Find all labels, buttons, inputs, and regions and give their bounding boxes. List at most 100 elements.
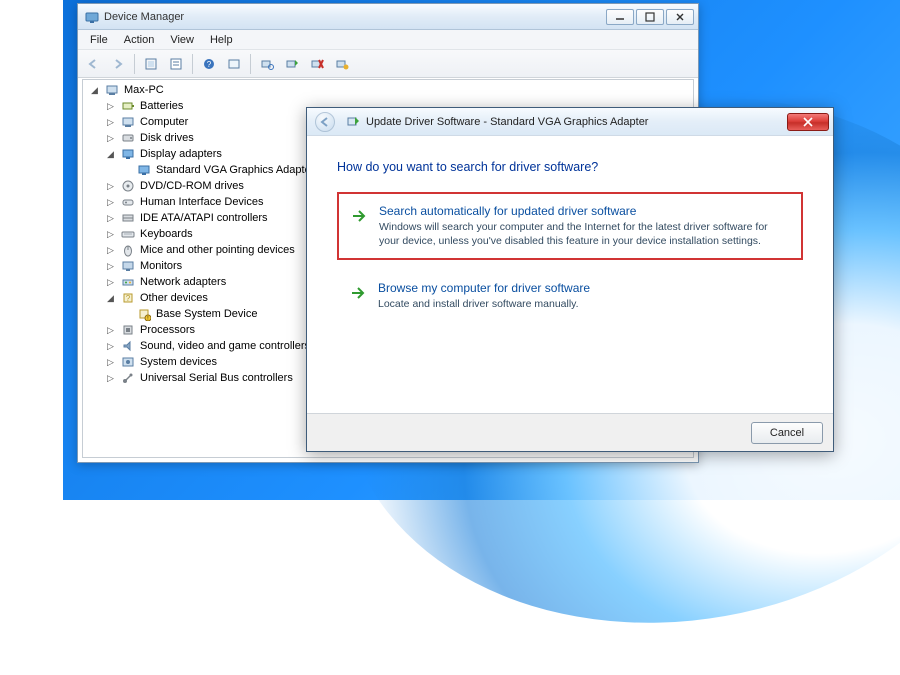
svg-text:?: ? — [126, 294, 131, 303]
dvd-icon — [120, 178, 136, 194]
toolbar-disable-icon[interactable] — [331, 53, 353, 75]
category-label: DVD/CD-ROM drives — [140, 180, 244, 192]
category-label: Processors — [140, 324, 195, 336]
option1-desc: Windows will search your computer and th… — [379, 220, 779, 248]
hid-icon — [120, 194, 136, 210]
dm-title-icon — [84, 9, 100, 25]
toolbar-uninstall-icon[interactable] — [306, 53, 328, 75]
upd-titlebar[interactable]: Update Driver Software - Standard VGA Gr… — [307, 108, 833, 136]
option2-desc: Locate and install driver software manua… — [378, 297, 590, 311]
toolbar-sep — [192, 54, 193, 74]
network-icon — [120, 274, 136, 290]
other-warn-icon: ! — [136, 306, 152, 322]
expand-icon[interactable]: ▷ — [105, 245, 116, 256]
display-icon — [136, 162, 152, 178]
menu-help[interactable]: Help — [202, 32, 241, 48]
toolbar-forward[interactable] — [107, 53, 129, 75]
expand-icon[interactable]: ▷ — [105, 197, 116, 208]
maximize-button[interactable] — [636, 9, 664, 25]
expand-icon[interactable]: ▷ — [105, 277, 116, 288]
toolbar-sep — [134, 54, 135, 74]
category-label: Other devices — [140, 292, 208, 304]
dialog-close-button[interactable] — [787, 113, 829, 131]
expand-icon[interactable]: ▷ — [105, 341, 116, 352]
other-icon: ? — [120, 290, 136, 306]
device-label: Standard VGA Graphics Adapter — [156, 164, 314, 176]
upd-heading: How do you want to search for driver sof… — [337, 160, 803, 174]
svg-text:?: ? — [207, 60, 212, 69]
collapse-icon[interactable]: ◢ — [89, 85, 100, 96]
toolbar-back[interactable] — [82, 53, 104, 75]
no-expander — [121, 309, 132, 320]
collapse-icon[interactable]: ◢ — [105, 149, 116, 160]
category-label: Human Interface Devices — [140, 196, 264, 208]
minimize-button[interactable] — [606, 9, 634, 25]
category-label: Mice and other pointing devices — [140, 244, 295, 256]
upd-body: How do you want to search for driver sof… — [307, 136, 833, 413]
root-label: Max-PC — [124, 84, 164, 96]
close-button[interactable] — [666, 9, 694, 25]
toolbar-action-icon[interactable] — [223, 53, 245, 75]
menu-file[interactable]: File — [82, 32, 116, 48]
category-label: Network adapters — [140, 276, 226, 288]
no-expander — [121, 165, 132, 176]
expand-icon[interactable]: ▷ — [105, 117, 116, 128]
computer-icon — [104, 82, 120, 98]
expand-icon[interactable]: ▷ — [105, 373, 116, 384]
toolbar-sep — [250, 54, 251, 74]
svg-text:!: ! — [147, 316, 148, 321]
dm-menubar: File Action View Help — [78, 30, 698, 50]
category-label: System devices — [140, 356, 217, 368]
expand-icon[interactable]: ▷ — [105, 101, 116, 112]
expand-icon[interactable]: ▷ — [105, 261, 116, 272]
dm-titlebar[interactable]: Device Manager — [78, 4, 698, 30]
cancel-button[interactable]: Cancel — [751, 422, 823, 444]
category-label: Sound, video and game controllers — [140, 340, 310, 352]
computer-icon — [120, 114, 136, 130]
battery-icon — [120, 98, 136, 114]
menu-action[interactable]: Action — [116, 32, 163, 48]
category-label: Keyboards — [140, 228, 193, 240]
expand-icon[interactable]: ▷ — [105, 181, 116, 192]
cpu-icon — [120, 322, 136, 338]
option1-text: Search automatically for updated driver … — [379, 204, 779, 248]
dm-window-controls — [606, 9, 694, 25]
arrow-right-icon — [348, 283, 368, 303]
expand-icon[interactable]: ▷ — [105, 133, 116, 144]
update-driver-dialog: Update Driver Software - Standard VGA Gr… — [306, 107, 834, 452]
system-icon — [120, 354, 136, 370]
tree-root-node[interactable]: ◢ Max-PC — [87, 82, 693, 98]
mouse-icon — [120, 242, 136, 258]
expand-icon[interactable]: ▷ — [105, 213, 116, 224]
ide-icon — [120, 210, 136, 226]
collapse-icon[interactable]: ◢ — [105, 293, 116, 304]
toolbar-help-icon[interactable]: ? — [198, 53, 220, 75]
toolbar-update-icon[interactable] — [281, 53, 303, 75]
back-button[interactable] — [315, 112, 335, 132]
option1-title: Search automatically for updated driver … — [379, 204, 779, 218]
toolbar-properties-icon[interactable] — [165, 53, 187, 75]
dm-title: Device Manager — [104, 11, 606, 23]
sound-icon — [120, 338, 136, 354]
monitor-icon — [120, 258, 136, 274]
option-search-automatically[interactable]: Search automatically for updated driver … — [337, 192, 803, 260]
toolbar-scan-icon[interactable] — [256, 53, 278, 75]
keyboard-icon — [120, 226, 136, 242]
upd-footer: Cancel — [307, 413, 833, 451]
display-icon — [120, 146, 136, 162]
category-label: Monitors — [140, 260, 182, 272]
category-label: Display adapters — [140, 148, 222, 160]
expand-icon[interactable]: ▷ — [105, 229, 116, 240]
toolbar-show-hidden-icon[interactable] — [140, 53, 162, 75]
menu-view[interactable]: View — [162, 32, 202, 48]
category-label: Batteries — [140, 100, 183, 112]
expand-icon[interactable]: ▷ — [105, 325, 116, 336]
usb-icon — [120, 370, 136, 386]
option2-text: Browse my computer for driver software L… — [378, 281, 590, 311]
dm-toolbar: ? — [78, 50, 698, 78]
category-label: Computer — [140, 116, 188, 128]
expand-icon[interactable]: ▷ — [105, 357, 116, 368]
upd-title: Update Driver Software - Standard VGA Gr… — [366, 116, 787, 128]
option-browse-computer[interactable]: Browse my computer for driver software L… — [337, 270, 803, 322]
category-label: Universal Serial Bus controllers — [140, 372, 293, 384]
